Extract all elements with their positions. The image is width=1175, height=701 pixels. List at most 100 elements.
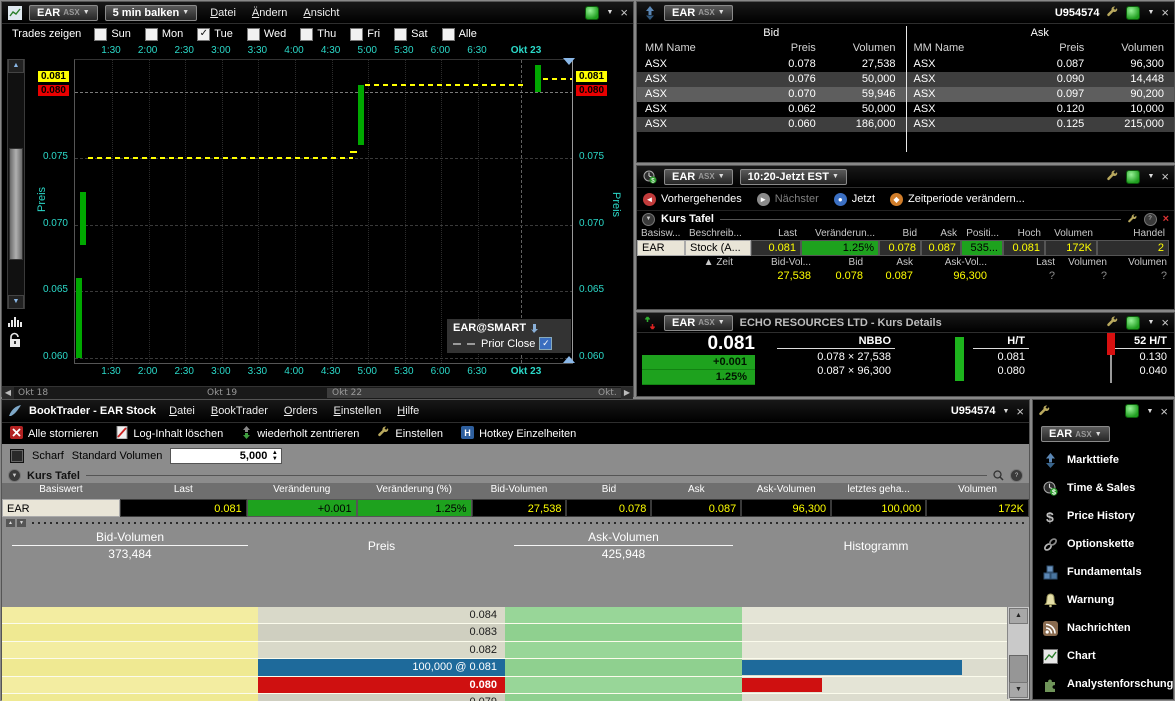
link-shield-icon[interactable] [585, 6, 599, 20]
checkbox-icon[interactable] [145, 28, 158, 41]
subcolumn-header[interactable]: Volumen [1059, 256, 1111, 269]
close-icon[interactable]: × [1161, 170, 1169, 183]
scroll-down-button[interactable]: ▼ [1009, 682, 1028, 698]
chart-symbol-selector[interactable]: EAR ASX ▼ [29, 5, 98, 21]
column-header[interactable]: Beschreib... [685, 227, 751, 240]
armed-checkbox[interactable] [10, 449, 24, 463]
sidebar-symbol-selector[interactable]: EAR ASX ▼ [1041, 426, 1110, 442]
chevron-down-icon[interactable]: ▼ [1147, 173, 1154, 180]
subcolumn-header[interactable]: Ask-Vol... [917, 256, 991, 269]
ts-quote-row[interactable]: EARStock (A...0.0811.25%0.0780.087535...… [637, 240, 1174, 256]
column-header[interactable]: Bid-Volumen [472, 483, 567, 499]
bt-toolbar-einstellen[interactable]: Einstellen [377, 426, 443, 442]
chart-vertical-scrollbar[interactable]: ▲ ▼ [7, 59, 25, 309]
chevron-down-icon[interactable]: ▼ [606, 9, 613, 16]
sidebar-item-warnung[interactable]: Warnung [1033, 586, 1173, 614]
ladder-price-cell[interactable]: 0.083 [258, 624, 505, 640]
chart-horizontal-scrollbar[interactable]: ◀ Okt 18 Okt 19 Okt 22 Okt. ▶ [2, 386, 633, 399]
ts-toolbar-zeitperiodeverndern[interactable]: ◆Zeitperiode verändern... [890, 193, 1025, 206]
ladder-price-cell[interactable]: 100,000 @ 0.081 [258, 659, 505, 675]
bt-toolbar-wiederholtzentrieren[interactable]: wiederholt zentrieren [241, 426, 359, 442]
chevron-down-icon[interactable]: ▼ [1147, 9, 1154, 16]
checkbox-icon[interactable] [247, 28, 260, 41]
ladder-bid-cell[interactable] [2, 624, 258, 640]
column-header[interactable]: Veränderun... [801, 227, 879, 240]
ladder-ask-cell[interactable] [505, 642, 742, 658]
column-header[interactable]: Veränderung [247, 483, 357, 499]
scroll-up-button[interactable]: ▲ [8, 59, 24, 73]
ladder-bid-cell[interactable] [2, 659, 258, 675]
subcolumn-header[interactable]: Bid-Vol... [737, 256, 815, 269]
column-header[interactable]: Ask-Volumen [741, 483, 831, 499]
column-header[interactable]: Basisw... [637, 227, 685, 240]
ladder-ask-cell[interactable] [505, 607, 742, 623]
day-filter-sat[interactable]: Sat [394, 28, 428, 41]
chevron-down-icon[interactable]: ▼ [1147, 319, 1154, 326]
column-header[interactable]: Volumen [1045, 227, 1097, 240]
ts-toolbar-vorhergehendes[interactable]: ◄Vorhergehendes [643, 193, 742, 206]
histogram-header[interactable]: Histogramm [844, 539, 909, 553]
checkbox-icon[interactable] [94, 28, 107, 41]
sidebar-item-markttiefe[interactable]: Markttiefe [1033, 446, 1173, 474]
column-header[interactable]: Preis [740, 42, 816, 57]
bt-toolbar-hotkeyeinzelheiten[interactable]: HHotkey Einzelheiten [461, 426, 576, 442]
link-shield-icon[interactable] [1125, 404, 1139, 418]
ask-volume-header[interactable]: Ask-Volumen [514, 530, 732, 546]
subcolumn-header[interactable]: ▲ Zeit [637, 256, 737, 269]
column-header[interactable]: Ask [921, 227, 961, 240]
column-header[interactable]: Ask [651, 483, 741, 499]
subcolumn-header[interactable]: Volumen [1111, 256, 1171, 269]
magnifier-icon[interactable] [993, 470, 1004, 481]
column-header[interactable]: Volumen [816, 42, 906, 57]
close-icon[interactable]: × [1161, 316, 1169, 329]
column-header[interactable]: Volumen [1084, 42, 1174, 57]
scroll-thumb[interactable] [9, 148, 23, 260]
close-icon[interactable]: × [1016, 405, 1024, 418]
sidebar-item-pricehistory[interactable]: $Price History [1033, 502, 1173, 530]
chevron-down-icon[interactable]: ▼ [1002, 408, 1009, 415]
bt-toolbar-loginhaltlschen[interactable]: Log-Inhalt löschen [116, 426, 223, 442]
help-icon[interactable]: ? [1010, 469, 1023, 482]
ladder-ask-cell[interactable] [505, 624, 742, 640]
close-icon[interactable]: × [1160, 405, 1168, 418]
day-filter-alle[interactable]: Alle [442, 28, 477, 41]
ladder-bid-cell[interactable] [2, 677, 258, 693]
ladder-row[interactable]: 0.082 [2, 642, 1029, 659]
menu-item-ansicht[interactable]: Ansicht [303, 7, 339, 19]
sidebar-item-optionskette[interactable]: Optionskette [1033, 530, 1173, 558]
checkbox-icon[interactable] [394, 28, 407, 41]
close-icon[interactable]: × [1161, 6, 1169, 19]
ladder-ask-cell[interactable] [505, 659, 742, 675]
checkbox-icon[interactable] [442, 28, 455, 41]
subcolumn-header[interactable]: Ask [867, 256, 917, 269]
bt-quote-row[interactable]: EAR0.081+0.0011.25%27,5380.0780.08796,30… [2, 499, 1029, 517]
scroll-right-button[interactable]: ▶ [621, 387, 633, 399]
column-header[interactable]: MM Name [906, 42, 1009, 57]
day-filter-wed[interactable]: Wed [247, 28, 286, 41]
ladder-scrollbar[interactable]: ▲ ▼ [1007, 607, 1029, 699]
ladder-price-cell[interactable]: 0.084 [258, 607, 505, 623]
bt-splitter[interactable]: ▲ ▼ [2, 517, 1029, 529]
sidebar-item-fundamentals[interactable]: Fundamentals [1033, 558, 1173, 586]
ladder-row[interactable]: 0.079 [2, 694, 1029, 701]
column-header[interactable]: Basiswert [2, 483, 120, 499]
column-header[interactable]: Bid [566, 483, 651, 499]
chevron-down-icon[interactable]: ▼ [1146, 408, 1153, 415]
collapse-icon[interactable]: ▼ [8, 469, 21, 482]
scroll-left-button[interactable]: ◀ [2, 387, 14, 399]
day-filter-fri[interactable]: Fri [350, 28, 380, 41]
bid-volume-header[interactable]: Bid-Volumen [12, 530, 248, 546]
ts-symbol-selector[interactable]: EAR ASX ▼ [664, 169, 733, 185]
column-header[interactable]: Last [751, 227, 801, 240]
wrench-icon[interactable] [1127, 214, 1138, 225]
link-shield-icon[interactable] [1126, 6, 1140, 20]
close-section-icon[interactable]: × [1163, 213, 1169, 225]
column-header[interactable]: Positi... [961, 227, 1003, 240]
wrench-icon[interactable] [1106, 6, 1119, 19]
ladder-bid-cell[interactable] [2, 642, 258, 658]
default-size-input[interactable]: 5,000 ▲▼ [170, 448, 282, 464]
menu-item-orders[interactable]: Orders [284, 405, 318, 417]
sidebar-item-analystenforschung[interactable]: Analystenforschung [1033, 670, 1173, 698]
checkbox-icon[interactable] [300, 28, 313, 41]
link-shield-icon[interactable] [1126, 316, 1140, 330]
